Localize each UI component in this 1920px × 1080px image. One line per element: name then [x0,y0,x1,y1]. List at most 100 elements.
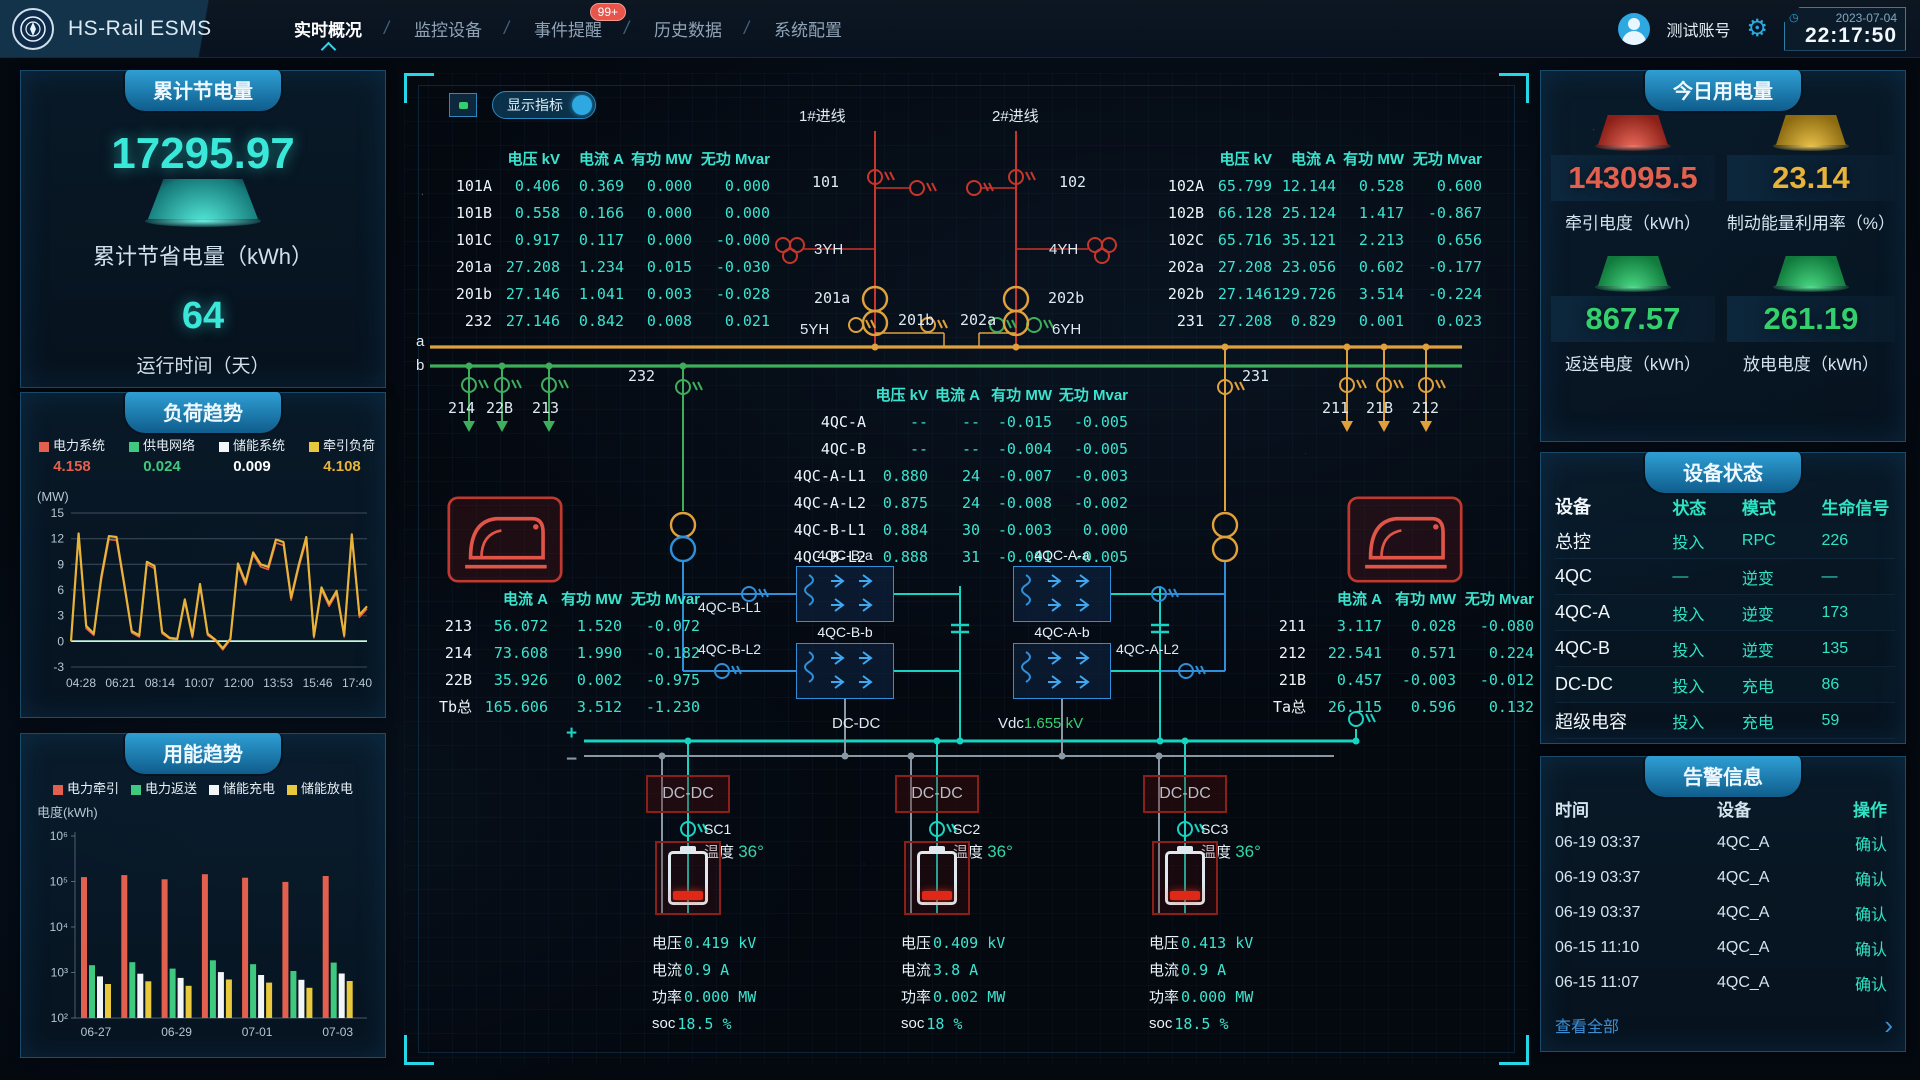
table-cell: 06-19 03:37 [1555,904,1717,922]
username[interactable]: 测试账号 [1666,17,1730,41]
table-cell: 逆变 [1742,565,1822,589]
total-savings-value: 17295.97 [21,129,385,179]
table-row: 4QC-A-L20.87524-0.008-0.002 [742,489,1128,516]
col-header: 有功 MW [980,384,1052,405]
table-cell: 101A [434,177,492,195]
table-cell: 0.656 [1404,231,1482,249]
legend-label: 储能系统 [233,438,285,453]
table-cell: 3.514 [1336,285,1404,303]
panel-today-energy: 今日用电量 143095.5 牵引电度（kWh） 23.14 制动能量利用率（%… [1540,70,1906,442]
table-cell: 0.419 kV [684,934,756,952]
col-header: 电压 kV [1204,148,1272,169]
tab-monitoring-devices[interactable]: 监控设备 [388,0,508,57]
battery1-stats: 电压0.419 kV电流0.9 A功率0.000 MWsoc18.5 % [652,929,756,1037]
tab-history-data[interactable]: 历史数据 [628,0,748,57]
legend-item[interactable]: 牵引负荷4.108 [299,435,385,475]
tab-event-alerts[interactable]: 事件提醒99+ [508,0,628,57]
svg-text:15: 15 [51,506,65,520]
right-branch-table: 电流 A 有功 MW 无功 Mvar 2113.1170.028-0.08021… [1260,585,1534,720]
svg-text:07-01: 07-01 [242,1025,273,1039]
confirm-button[interactable]: 确认 [1837,866,1887,890]
table-cell: -0.007 [980,467,1052,485]
table-cell: 0.000 [692,204,770,222]
table-cell: 27.208 [1204,258,1272,276]
table-cell: 0.558 [492,204,560,222]
confirm-button[interactable]: 确认 [1837,831,1887,855]
table-cell: 电压 [901,932,931,953]
bolt-icon [1551,115,1715,151]
legend-item[interactable]: 储能充电 [209,778,275,797]
user-avatar[interactable] [1618,13,1650,45]
table-cell: 27.208 [1204,312,1272,330]
table-cell: 0.000 [1052,521,1128,539]
arrow-icon [463,421,475,432]
col-header: 电流 A [560,148,624,169]
table-cell: -0.015 [980,413,1052,431]
table-row: 201a27.2081.2340.015-0.030 [434,253,770,280]
table-cell: 投入 [1672,529,1742,553]
legend-item[interactable]: 电力系统4.158 [29,435,115,475]
svg-text:10⁵: 10⁵ [50,875,68,889]
legend-item[interactable]: 储能放电 [287,778,353,797]
table-row: 超级电容投入充电59 [1555,703,1895,739]
table-row: 功率0.000 MW [1149,983,1253,1010]
breaker-icon [462,378,488,392]
current-time: 22:17:50 [1793,25,1897,46]
table-row: 21222.5410.5710.224 [1260,639,1534,666]
indicator-checkbox[interactable] [449,93,477,117]
table-cell: 0.000 [624,231,692,249]
stat-value: 867.57 [1551,296,1715,342]
table-cell: 12.144 [1272,177,1336,195]
table-cell: 226 [1821,532,1895,550]
app-title: HS-Rail ESMS [68,17,212,41]
table-cell: 投入 [1672,709,1742,733]
tab-label: 实时概况 [294,16,362,41]
table-cell: 3.117 [1306,617,1382,635]
line-4QC-B-L1-label: 4QC-B-L1 [698,599,761,615]
table-cell: — [1821,568,1895,586]
transformer-5YH-label: 5YH [800,321,829,338]
tab-system-config[interactable]: 系统配置 [748,0,868,57]
table-cell: 27.146 [1204,285,1272,303]
table-row: 功率0.000 MW [652,983,756,1010]
table-cell: 0.413 kV [1181,934,1253,952]
col-header: 无功 Mvar [1404,148,1482,169]
confirm-button[interactable]: 确认 [1837,971,1887,995]
confirm-button[interactable]: 确认 [1837,901,1887,925]
table-cell: 超级电容 [1555,708,1672,734]
tab-realtime-overview[interactable]: 实时概况 [268,0,388,57]
svg-text:17:40: 17:40 [342,676,372,690]
table-row: 201b27.1461.0410.003-0.028 [434,280,770,307]
legend-item[interactable]: 电力返送 [131,778,197,797]
busbar-b-label: b [416,357,424,374]
transformer-icon [1213,513,1237,561]
col-header: 无功 Mvar [692,148,770,169]
table-row: 102B66.12825.1241.417-0.867 [1146,199,1482,226]
settings-gear-icon[interactable]: ⚙ [1746,17,1768,41]
view-all-link[interactable]: 查看全部 [1555,1013,1619,1037]
show-indicators-toggle[interactable]: 显示指标 [492,91,596,119]
col-header: 电流 A [1306,588,1382,609]
table-cell: 充电 [1742,709,1822,733]
table-cell: 65.799 [1204,177,1272,195]
more-arrow-icon[interactable]: › [1884,1016,1893,1034]
table-cell: 06-19 03:37 [1555,869,1717,887]
switch-202b-label: 202b [1048,289,1084,307]
table-cell: 电流 [652,959,682,980]
table-cell: -0.012 [1456,671,1534,689]
legend-item[interactable]: 电力牵引 [53,778,119,797]
legend-item[interactable]: 供电网络0.024 [119,435,205,475]
confirm-button[interactable]: 确认 [1837,936,1887,960]
svg-text:10⁶: 10⁶ [50,829,68,843]
table-cell: 102B [1146,204,1204,222]
clock-icon: ◷ [1789,11,1799,24]
breaker-231-label: 231 [1242,367,1269,385]
table-cell: soc [1149,1015,1172,1032]
table-cell: 功率 [1149,986,1179,1007]
table-row: 4QC-B-L10.88430-0.0030.000 [742,516,1128,543]
temp-value: 36° [738,842,764,861]
stat-value: 23.14 [1727,155,1895,201]
table-cell: 0.880 [866,467,928,485]
table-cell: 0.9 A [684,961,729,979]
legend-item[interactable]: 储能系统0.009 [209,435,295,475]
